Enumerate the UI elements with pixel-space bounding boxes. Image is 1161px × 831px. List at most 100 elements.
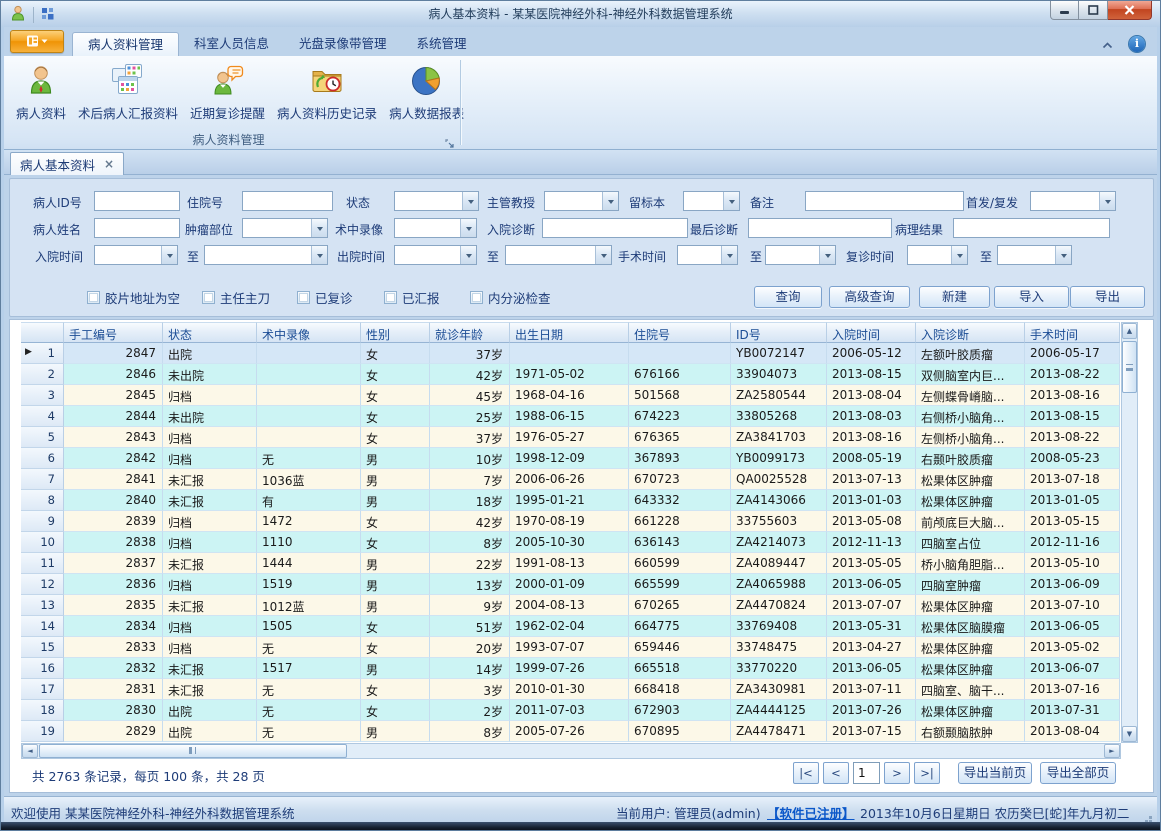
ribbon-tab-patient-data-management[interactable]: 病人资料管理 [72,32,179,56]
checkbox-box-icon[interactable] [202,291,215,304]
row-header[interactable]: 9 [21,511,64,532]
row-header[interactable]: 7 [21,469,64,490]
dropdown-arrow-icon[interactable] [595,246,611,264]
statusbar-registered-link[interactable]: 【软件已注册】 [767,803,855,822]
prev-page-button[interactable]: < [823,762,849,784]
table-row[interactable]: 22846未出院女42岁1971-05-02676166339040732013… [21,364,1121,385]
filter-select-tumor-site[interactable] [242,218,328,238]
table-row[interactable]: 172831未汇报无女3岁2010-01-30668418ZA343098120… [21,679,1121,700]
filter-select-discharge-date-from[interactable] [394,245,477,265]
ribbon-tab-department-staff-info[interactable]: 科室人员信息 [179,32,284,56]
filter-input-patient-id[interactable] [94,191,180,211]
grid-header-visit-age[interactable]: 就诊年龄 [430,322,510,343]
filter-select-surgery-date-from[interactable] [677,245,738,265]
filter-select-status[interactable] [394,191,479,211]
dialog-launcher-icon[interactable] [445,135,456,146]
filter-select-admission-date-from[interactable] [94,245,178,265]
grid-header-admission-diagnosis[interactable]: 入院诊断 [916,322,1025,343]
row-header[interactable]: 15 [21,637,64,658]
checkbox-box-icon[interactable] [87,291,100,304]
row-header[interactable]: 5 [21,427,64,448]
table-row[interactable]: 152833归档无女20岁1993-07-0765944633748475201… [21,637,1121,658]
row-header[interactable]: 11 [21,553,64,574]
grid-header-birth-date[interactable]: 出生日期 [510,322,629,343]
table-row[interactable]: 72841未汇报1036蓝男7岁2006-06-26670723QA002552… [21,469,1121,490]
grid-header-surgery-video[interactable]: 术中录像 [257,322,361,343]
export-all-pages-button[interactable]: 导出全部页 [1040,762,1116,784]
horizontal-scrollbar[interactable]: ◄ ► [21,743,1121,759]
row-header[interactable]: 4 [21,406,64,427]
grid-header-inpatient-no[interactable]: 住院号 [629,322,731,343]
grid-header-surgery-date[interactable]: 手术时间 [1025,322,1120,343]
table-row[interactable]: 182830出院无女2岁2011-07-03672903ZA4444125201… [21,700,1121,721]
grid-header-id-no[interactable]: ID号 [731,322,827,343]
scroll-right-icon[interactable]: ► [1104,744,1120,758]
row-header[interactable]: 14 [21,616,64,637]
dropdown-arrow-icon[interactable] [723,192,739,210]
export-current-page-button[interactable]: 导出当前页 [958,762,1032,784]
app-menu-button[interactable] [10,30,64,53]
tab-patient-basic-data[interactable]: 病人基本资料 × [10,152,124,175]
row-header[interactable]: 19 [21,721,64,742]
vertical-scroll-thumb[interactable] [1122,341,1137,393]
ribbon-tab-disc-video-management[interactable]: 光盘录像带管理 [284,32,402,56]
table-row[interactable]: 52843归档女37岁1976-05-27676365ZA38417032013… [21,427,1121,448]
new-button[interactable]: 新建 [919,286,990,308]
row-header[interactable]: 12 [21,574,64,595]
maximize-button[interactable] [1079,1,1108,20]
grid-header-manual-no[interactable]: 手工编号 [64,322,163,343]
filter-select-revisit-date-from[interactable] [907,245,968,265]
dropdown-arrow-icon[interactable] [462,192,478,210]
ribbon-button-postop-report-data[interactable]: 术后病人汇报资料 [72,59,184,135]
last-page-button[interactable]: >| [914,762,940,784]
row-header[interactable]: ▶1 [21,343,64,364]
filter-select-discharge-date-to[interactable] [505,245,612,265]
row-header[interactable]: 2 [21,364,64,385]
table-row[interactable]: 162832未汇报1517男14岁1999-07-266655183377022… [21,658,1121,679]
grid-header-gender[interactable]: 性别 [361,322,430,343]
horizontal-scroll-thumb[interactable] [39,744,347,758]
row-header[interactable]: 13 [21,595,64,616]
minimize-button[interactable] [1050,1,1079,20]
checkbox-endocrine-exam[interactable]: 内分泌检查 [470,288,551,307]
scroll-down-icon[interactable]: ▼ [1122,726,1137,742]
table-row[interactable]: 192829出院无男8岁2005-07-26670895ZA4478471201… [21,721,1121,742]
ribbon-button-patient-data-report[interactable]: 病人数据报表 [383,59,470,135]
row-header[interactable]: 16 [21,658,64,679]
export-button[interactable]: 导出 [1070,286,1145,308]
advanced-query-button[interactable]: 高级查询 [829,286,910,308]
filter-select-specimen[interactable] [683,191,740,211]
scroll-up-icon[interactable]: ▲ [1122,323,1137,339]
filter-select-first-or-recurrent[interactable] [1030,191,1116,211]
page-number-input[interactable] [853,762,880,784]
tab-close-icon[interactable]: × [104,158,114,170]
row-header[interactable]: 6 [21,448,64,469]
dropdown-arrow-icon[interactable] [161,246,177,264]
checkbox-revisited[interactable]: 已复诊 [297,288,353,307]
filter-select-surgery-video[interactable] [394,218,477,238]
filter-select-professor[interactable] [544,191,619,211]
table-row[interactable]: 142834归档1505女51岁1962-02-0466477533769408… [21,616,1121,637]
filter-select-revisit-date-to[interactable] [997,245,1072,265]
import-button[interactable]: 导入 [994,286,1069,308]
dropdown-arrow-icon[interactable] [819,246,835,264]
row-header[interactable]: 3 [21,385,64,406]
row-header[interactable]: 17 [21,679,64,700]
collapse-ribbon-chevron-icon[interactable] [1102,34,1113,53]
resize-grip[interactable] [1149,816,1152,819]
grid-header-admission-date[interactable]: 入院时间 [827,322,916,343]
row-header[interactable]: 10 [21,532,64,553]
dropdown-arrow-icon[interactable] [721,246,737,264]
filter-select-admission-date-to[interactable] [204,245,328,265]
scroll-left-icon[interactable]: ◄ [22,744,38,758]
checkbox-film-address-empty[interactable]: 胶片地址为空 [87,288,180,307]
filter-input-patient-name[interactable] [94,218,180,238]
table-row[interactable]: 32845归档女45岁1968-04-16501568ZA25805442013… [21,385,1121,406]
filter-select-surgery-date-to[interactable] [765,245,836,265]
ribbon-button-patient-data-history[interactable]: 病人资料历史记录 [271,59,383,135]
table-row[interactable]: 102838归档1110女8岁2005-10-30636143ZA4214073… [21,532,1121,553]
table-row[interactable]: 132835未汇报1012蓝男9岁2004-08-13670265ZA44708… [21,595,1121,616]
table-row[interactable]: ▶12847出院女37岁YB00721472006-05-12左额叶胶质瘤200… [21,343,1121,364]
vertical-scrollbar[interactable]: ▲ ▼ [1121,322,1138,743]
table-row[interactable]: 122836归档1519男13岁2000-01-09665599ZA406598… [21,574,1121,595]
